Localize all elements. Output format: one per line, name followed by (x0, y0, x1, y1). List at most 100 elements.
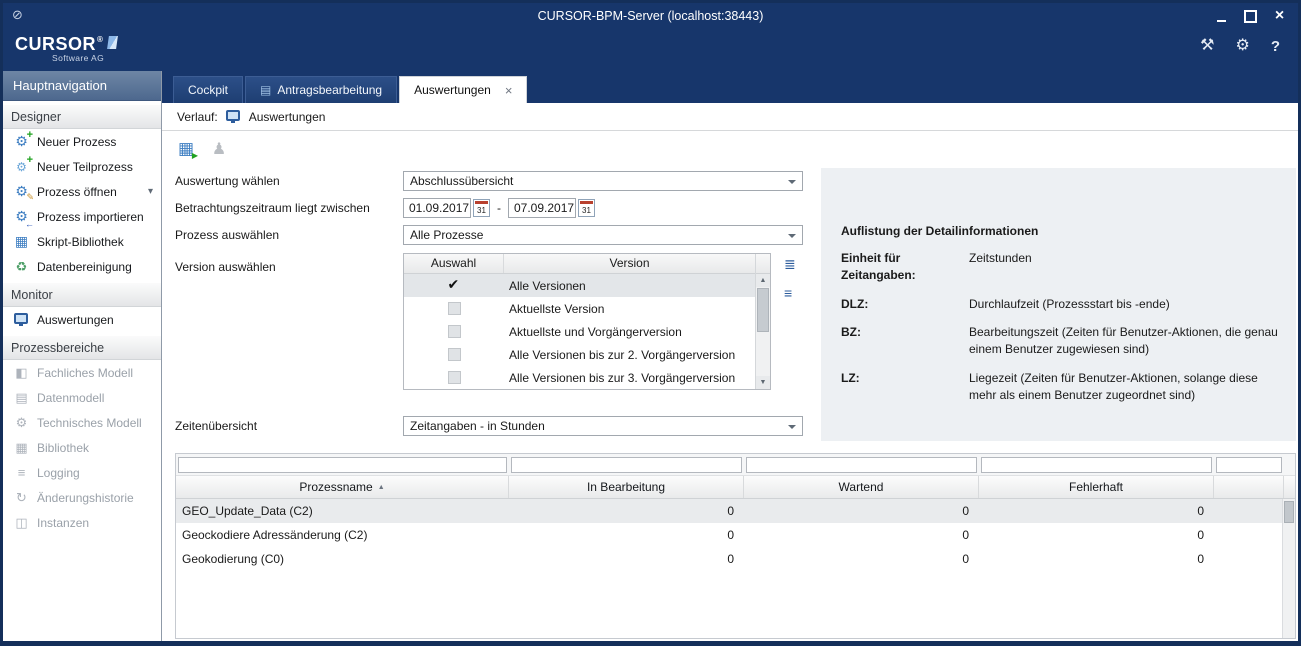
calendar-icon[interactable] (578, 199, 595, 217)
prozess-select[interactable]: Alle Prozesse (403, 225, 803, 245)
table-row[interactable]: Geokodierung (C0) 0 0 0 (176, 547, 1295, 571)
technical-model-icon (13, 415, 30, 431)
version-row[interactable]: Alle Versionen bis zur 2. Vorgängerversi… (404, 343, 755, 366)
sidebar-item-label: Neuer Teilprozess (37, 160, 133, 174)
results-scrollbar[interactable] (1282, 499, 1295, 638)
filter-input-prozessname[interactable] (178, 457, 507, 473)
results-body: GEO_Update_Data (C2) 0 0 0 Geockodiere A… (176, 499, 1295, 638)
filter-input-fehlerhaft[interactable] (981, 457, 1212, 473)
sidebar-item-label: Fachliches Modell (37, 366, 133, 380)
version-col-version[interactable]: Version (504, 254, 755, 273)
sidebar-item[interactable]: Neuer Prozess (3, 129, 161, 154)
column-label: Fehlerhaft (1069, 480, 1123, 494)
results-table: Prozessname In Bearbeitung Wartend Fehle… (175, 453, 1296, 639)
sidebar-item-label: Logging (37, 466, 80, 480)
business-model-icon (13, 365, 30, 381)
select-all-icon[interactable] (784, 257, 796, 271)
sidebar-section-prozessbereiche: Prozessbereiche Fachliches Modell Datenm… (3, 335, 161, 535)
close-button[interactable] (1273, 10, 1286, 23)
checkbox-cell (404, 371, 504, 384)
minimize-button[interactable] (1215, 10, 1228, 23)
chevron-down-icon (788, 180, 796, 184)
run-report-icon[interactable] (176, 139, 196, 159)
scrollbar-track[interactable] (756, 333, 770, 376)
tab-close-icon[interactable]: × (505, 84, 513, 97)
zeiten-label: Zeitenübersicht (175, 419, 403, 433)
reports-icon (226, 110, 240, 121)
checkbox[interactable] (448, 371, 461, 384)
library-icon (13, 440, 30, 456)
version-row[interactable]: Aktuellste Version (404, 297, 755, 320)
date-from-input[interactable]: 01.09.2017 (403, 198, 471, 218)
column-header-extra[interactable] (1214, 476, 1284, 498)
version-table-scrollbar[interactable] (755, 254, 770, 389)
chevron-down-icon[interactable] (148, 186, 153, 197)
sidebar-item[interactable]: Neuer Teilprozess (3, 154, 161, 179)
sidebar-item-disabled: Instanzen (3, 510, 161, 535)
checkbox[interactable] (448, 302, 461, 315)
logo-flag-icon (108, 36, 119, 49)
wrench-icon[interactable] (1200, 38, 1214, 54)
workflow-icon (260, 83, 271, 97)
breadcrumb-item[interactable]: Auswertungen (249, 110, 326, 124)
tab-cockpit[interactable]: Cockpit (173, 76, 243, 103)
sidebar-item[interactable]: Skript-Bibliothek (3, 229, 161, 254)
sidebar-item-label: Bibliothek (37, 441, 89, 455)
date-to-value: 07.09.2017 (514, 201, 574, 215)
tools-icon[interactable] (1235, 38, 1249, 54)
help-icon[interactable]: ? (1271, 39, 1280, 54)
sidebar-item[interactable]: Prozess importieren (3, 204, 161, 229)
date-separator: - (497, 201, 501, 215)
tab-antragsbearbeitung[interactable]: Antragsbearbeitung (245, 76, 397, 103)
scrollbar-thumb[interactable] (1284, 501, 1294, 523)
cell-extra (1214, 547, 1284, 571)
checkbox-cell (404, 325, 504, 338)
sidebar-item[interactable]: Datenbereinigung (3, 254, 161, 279)
calendar-icon[interactable] (473, 199, 490, 217)
info-entry: BZ: Bearbeitungszeit (Zeiten für Benutze… (841, 324, 1278, 358)
auswertung-select[interactable]: Abschlussübersicht (403, 171, 803, 191)
logo-subtitle: Software AG (52, 53, 117, 63)
cell-prozessname: GEO_Update_Data (C2) (176, 499, 509, 523)
checkbox[interactable] (448, 348, 461, 361)
invert-selection-icon[interactable] (784, 286, 796, 300)
scroll-up-icon[interactable] (756, 274, 770, 287)
version-col-auswahl[interactable]: Auswahl (404, 254, 504, 273)
scroll-down-icon[interactable] (756, 376, 770, 389)
filter-input-in-bearbeitung[interactable] (511, 457, 742, 473)
open-process-icon (13, 184, 30, 200)
cell-wartend: 0 (744, 499, 979, 523)
window-controls (1215, 3, 1286, 29)
column-header-wartend[interactable]: Wartend (744, 476, 979, 498)
version-row[interactable]: Alle Versionen bis zur 3. Vorgängerversi… (404, 366, 755, 389)
zeiten-select[interactable]: Zeitangaben - in Stunden (403, 416, 803, 436)
sidebar-item[interactable]: Prozess öffnen (3, 179, 161, 204)
section-header-monitor: Monitor (3, 282, 161, 307)
sidebar-item[interactable]: Auswertungen (3, 307, 161, 332)
column-header-fehlerhaft[interactable]: Fehlerhaft (979, 476, 1214, 498)
header-corner (1284, 476, 1297, 498)
info-term: Einheit für Zeitangaben: (841, 250, 969, 284)
tab-auswertungen[interactable]: Auswertungen × (399, 76, 527, 103)
filter-input-extra[interactable] (1216, 457, 1282, 473)
column-header-in-bearbeitung[interactable]: In Bearbeitung (509, 476, 744, 498)
cell-prozessname: Geokodierung (C0) (176, 547, 509, 571)
info-panel-title: Auflistung der Detailinformationen (841, 224, 1278, 238)
version-row-label: Version auswählen (175, 257, 403, 277)
table-row[interactable]: GEO_Update_Data (C2) 0 0 0 (176, 499, 1295, 523)
version-table-tools (784, 257, 796, 300)
checkbox[interactable] (448, 279, 461, 292)
checkbox-cell (404, 348, 504, 361)
filter-input-wartend[interactable] (746, 457, 977, 473)
info-term: BZ: (841, 324, 969, 358)
change-history-icon (13, 490, 30, 506)
scrollbar-thumb[interactable] (757, 288, 769, 332)
version-row[interactable]: Aktuellste und Vorgängerversion (404, 320, 755, 343)
table-row[interactable]: Geockodiere Adressänderung (C2) 0 0 0 (176, 523, 1295, 547)
checkbox[interactable] (448, 325, 461, 338)
maximize-button[interactable] (1244, 10, 1257, 23)
version-row[interactable]: Alle Versionen (404, 274, 755, 297)
column-header-prozessname[interactable]: Prozessname (176, 476, 509, 498)
date-to-input[interactable]: 07.09.2017 (508, 198, 576, 218)
version-label: Version auswählen (175, 260, 403, 274)
